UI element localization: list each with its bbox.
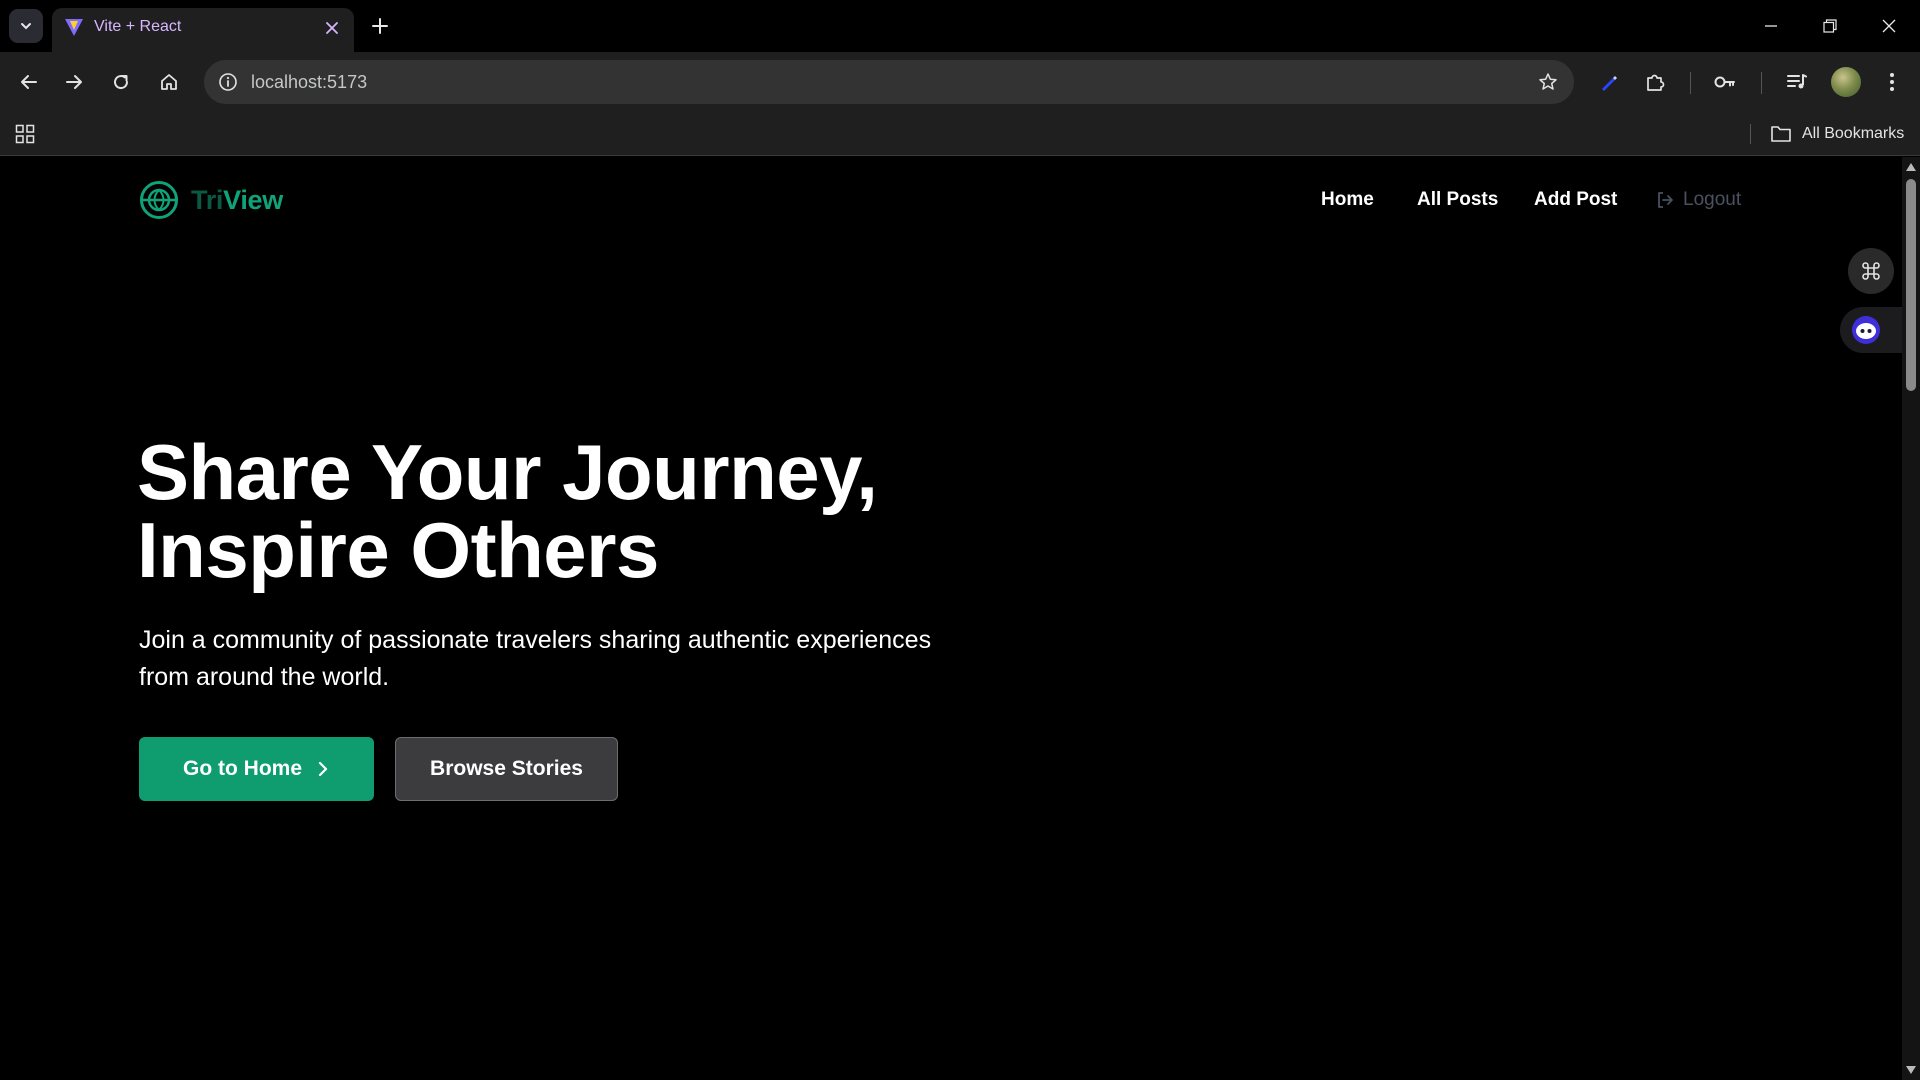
puzzle-icon [1647, 74, 1665, 91]
tab-search-button[interactable] [9, 9, 43, 43]
bookmarks-bar: All Bookmarks [0, 112, 1920, 156]
browse-stories-label: Browse Stories [430, 757, 583, 780]
assistant-extension-button[interactable] [1840, 307, 1902, 353]
active-tab[interactable]: Vite + React [52, 8, 354, 52]
folder-icon [1771, 126, 1791, 142]
bookmark-star-button[interactable] [1536, 70, 1560, 94]
apps-button[interactable] [12, 121, 38, 147]
restore-icon [1823, 19, 1837, 33]
go-to-home-button[interactable]: Go to Home [139, 737, 374, 801]
plus-icon [372, 18, 388, 34]
logout-icon [1658, 192, 1673, 208]
all-bookmarks-label: All Bookmarks [1802, 125, 1905, 142]
command-icon [1862, 262, 1880, 280]
site-info-button[interactable] [216, 70, 240, 94]
minimize-icon [1765, 25, 1777, 27]
new-tab-button[interactable] [366, 12, 394, 40]
scroll-down-arrow[interactable] [1906, 1066, 1916, 1074]
go-to-home-label: Go to Home [183, 757, 302, 780]
back-button[interactable] [12, 65, 46, 99]
page-viewport: TriView Home All Posts Add Post Logout S… [0, 157, 1902, 1080]
vite-logo-icon [65, 19, 83, 36]
nav-add-post[interactable]: Add Post [1534, 189, 1617, 213]
assistant-bot-icon [1852, 316, 1880, 344]
scroll-up-arrow[interactable] [1906, 163, 1916, 171]
close-icon [1882, 19, 1896, 33]
arrow-left-icon [21, 75, 37, 89]
hero-title: Share Your Journey, Inspire Others [137, 433, 1037, 589]
tab-title: Vite + React [94, 18, 182, 35]
more-vertical-icon [1890, 73, 1894, 91]
site-logo[interactable]: TriView [139, 180, 283, 220]
restore-button[interactable] [1816, 12, 1844, 40]
tab-strip: Vite + React [0, 0, 1920, 52]
toolbar-divider [1761, 72, 1762, 94]
all-bookmarks-button[interactable]: All Bookmarks [1770, 122, 1904, 146]
reload-button[interactable] [104, 65, 138, 99]
logout-button[interactable]: Logout [1655, 189, 1741, 211]
scrollbar-thumb[interactable] [1906, 179, 1916, 391]
profile-avatar[interactable] [1831, 67, 1861, 97]
apps-grid-icon [15, 124, 35, 144]
arrow-right-icon [66, 75, 82, 89]
logo-text: TriView [191, 185, 283, 216]
media-controls-button[interactable] [1780, 65, 1814, 99]
forward-button[interactable] [57, 65, 91, 99]
home-button[interactable] [152, 65, 186, 99]
address-bar[interactable]: localhost:5173 [204, 60, 1574, 104]
extension-pen-button[interactable] [1592, 65, 1626, 99]
logo-text-view: View [223, 184, 283, 215]
extensions-button[interactable] [1638, 65, 1672, 99]
hero-title-line-1: Share Your Journey, [137, 428, 878, 516]
globe-logo-icon [140, 181, 178, 219]
minimize-button[interactable] [1757, 12, 1785, 40]
pen-icon [1602, 76, 1617, 91]
nav-home[interactable]: Home [1321, 189, 1374, 213]
key-icon [1714, 76, 1735, 88]
close-tab-button[interactable] [320, 16, 344, 40]
playlist-icon [1787, 74, 1807, 89]
logout-label: Logout [1683, 189, 1742, 210]
info-icon [219, 73, 237, 91]
close-window-button[interactable] [1875, 12, 1903, 40]
browser-toolbar: localhost:5173 [0, 52, 1920, 112]
hero-title-line-2: Inspire Others [137, 506, 659, 594]
bookmarks-divider [1750, 124, 1751, 144]
star-icon [1539, 73, 1557, 90]
hero-subtitle: Join a community of passionate travelers… [139, 626, 932, 691]
password-manager-button[interactable] [1708, 65, 1742, 99]
browser-menu-button[interactable] [1875, 65, 1909, 99]
chevron-down-icon [21, 23, 31, 30]
close-icon [326, 22, 338, 34]
reload-icon [114, 75, 129, 90]
url-text: localhost:5173 [251, 72, 368, 92]
command-shortcut-button[interactable] [1848, 248, 1894, 294]
logo-text-tri: Tri [191, 184, 224, 215]
chevron-right-icon [318, 761, 328, 777]
nav-all-posts[interactable]: All Posts [1417, 189, 1498, 213]
home-icon [161, 74, 177, 90]
page-scrollbar[interactable] [1902, 157, 1920, 1080]
browse-stories-button[interactable]: Browse Stories [395, 737, 618, 801]
toolbar-divider [1690, 72, 1691, 94]
